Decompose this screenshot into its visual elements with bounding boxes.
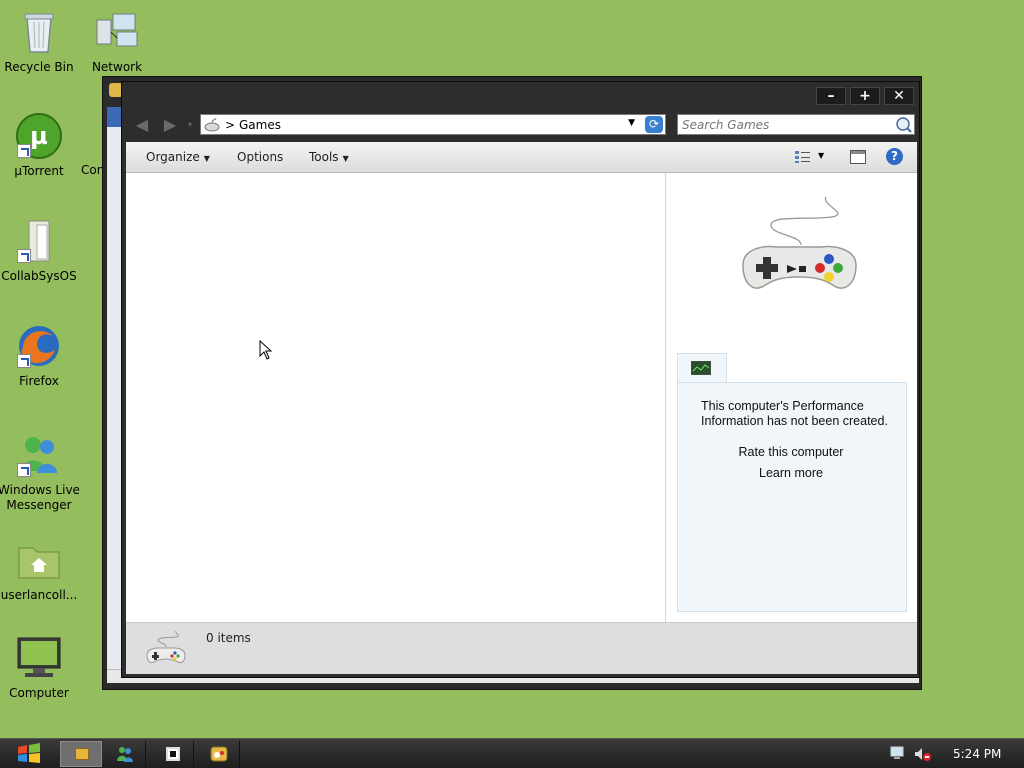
address-bar-area: ◀ ▶ ▾ > Games ▼ ⟳	[122, 110, 919, 140]
search-box[interactable]	[677, 114, 915, 135]
games-location-icon	[204, 117, 220, 132]
learn-more-link[interactable]: Learn more	[678, 466, 904, 480]
title-bar[interactable]: – + ✕	[122, 82, 919, 110]
desktop-icon-windows-live-messenger[interactable]: Windows Live Messenger	[0, 431, 80, 513]
taskbar-messenger-button[interactable]	[104, 741, 146, 767]
recent-pages-dropdown[interactable]: ▾	[180, 116, 200, 134]
network-tray-icon[interactable]	[890, 746, 906, 760]
taskbar: 5:24 PM	[0, 738, 1024, 768]
desktop-icon-label: Windows Live Messenger	[0, 483, 80, 512]
refresh-button[interactable]: ⟳	[645, 116, 663, 133]
app-window-icon	[166, 747, 180, 761]
chevron-down-icon: ▼	[342, 154, 349, 163]
desktop-icon-userlancoll[interactable]: userlancoll...	[0, 536, 78, 603]
firefox-icon	[15, 322, 63, 370]
preview-pane-button[interactable]	[850, 150, 866, 164]
network-icon	[93, 8, 141, 56]
taskbar-games-button[interactable]	[198, 741, 240, 767]
rate-computer-link[interactable]: Rate this computer	[678, 445, 904, 459]
status-bar: 0 items	[126, 622, 917, 674]
help-button[interactable]: ?	[886, 148, 903, 165]
performance-message: This computer's Performance Information …	[701, 399, 888, 428]
desktop-icon-label: userlancoll...	[0, 588, 78, 602]
desktop-icon-computer[interactable]: Computer	[0, 634, 78, 701]
taskbar-explorer-button[interactable]	[60, 741, 102, 767]
help-icon: ?	[891, 149, 898, 163]
recycle-bin-icon	[15, 8, 63, 56]
desktop-icon-label: Recycle Bin	[4, 60, 74, 74]
desktop-icon-network[interactable]: Network	[78, 8, 156, 75]
shortcut-arrow-icon	[17, 249, 31, 263]
folder-icon	[75, 748, 89, 760]
windows-logo-icon	[18, 743, 40, 763]
tools-menu[interactable]: Tools ▼	[309, 150, 349, 164]
messenger-icon	[15, 431, 63, 479]
clock[interactable]: 5:24 PM	[953, 747, 1001, 761]
home-folder-icon	[15, 536, 63, 584]
desktop-icon-recycle-bin[interactable]: Recycle Bin	[0, 8, 78, 75]
svg-text:µ: µ	[30, 122, 48, 150]
computer-icon	[15, 634, 63, 682]
minimize-button[interactable]: –	[816, 87, 846, 105]
game-controller-icon	[742, 196, 857, 289]
taskbar-app-button[interactable]	[152, 741, 194, 767]
games-icon	[210, 746, 228, 762]
desktop-icon-label: Con	[81, 163, 104, 177]
chevron-down-icon: ▼	[203, 154, 210, 163]
item-count: 0 items	[206, 631, 251, 645]
start-button[interactable]	[8, 742, 48, 766]
messenger-icon	[117, 747, 133, 762]
utorrent-icon: µ	[15, 112, 63, 160]
address-dropdown-icon[interactable]: ▼	[628, 118, 635, 128]
organize-menu[interactable]: Organize ▼	[146, 150, 210, 164]
desktop-icon-con[interactable]: Con	[60, 147, 104, 178]
view-options-button[interactable]: ▼	[794, 149, 828, 166]
search-icon[interactable]	[895, 116, 912, 133]
maximize-button[interactable]: +	[850, 87, 880, 105]
desktop-icon-label: Network	[91, 60, 143, 74]
details-pane: This computer's Performance Information …	[666, 173, 917, 622]
collabsysos-icon	[15, 217, 63, 265]
shortcut-arrow-icon	[17, 463, 31, 477]
volume-muted-icon[interactable]	[914, 746, 932, 762]
performance-monitor-icon	[691, 361, 711, 375]
forward-button[interactable]: ▶	[160, 116, 180, 134]
breadcrumb-games[interactable]: Games	[239, 118, 281, 132]
preview-pane-icon	[851, 151, 865, 154]
address-field[interactable]: > Games ▼ ⟳	[200, 114, 666, 135]
desktop-icon-label: Computer	[9, 686, 69, 700]
desktop-icon-firefox[interactable]: Firefox	[0, 322, 78, 389]
command-toolbar: Organize ▼ Options Tools ▼ ▼ ?	[126, 142, 917, 173]
search-input[interactable]	[682, 117, 882, 132]
tools-label: Tools	[309, 150, 339, 164]
desktop-icon-collabsysos[interactable]: CollabSysOS	[0, 217, 78, 284]
desktop-icon-label: CollabSysOS	[1, 269, 77, 283]
performance-tab[interactable]	[677, 353, 727, 383]
shortcut-arrow-icon	[17, 144, 31, 158]
chevron-down-icon: ▼	[818, 151, 825, 160]
performance-info-panel: This computer's Performance Information …	[677, 382, 907, 612]
close-button[interactable]: ✕	[884, 87, 914, 105]
games-content-area[interactable]	[126, 173, 666, 622]
back-button[interactable]: ◀	[132, 116, 152, 134]
games-window[interactable]: – + ✕ ◀ ▶ ▾ > Games ▼ ⟳ Organize▼	[121, 81, 920, 678]
game-controller-small-icon	[146, 631, 186, 664]
view-list-icon	[795, 151, 810, 163]
options-button[interactable]: Options	[237, 150, 283, 164]
shortcut-arrow-icon	[17, 354, 31, 368]
breadcrumb-separator: >	[225, 118, 236, 132]
mouse-cursor-icon	[259, 340, 273, 360]
organize-label: Organize	[146, 150, 200, 164]
desktop-icon-label: Firefox	[19, 374, 59, 388]
